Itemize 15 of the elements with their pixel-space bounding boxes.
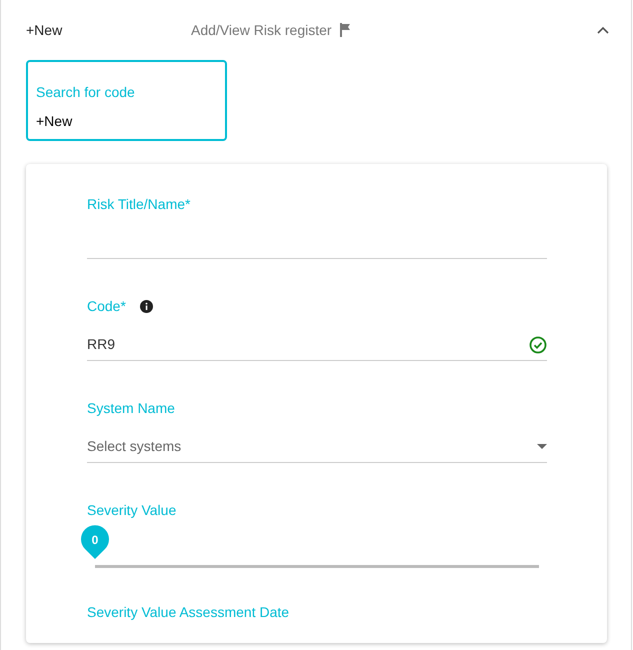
field-label: Code* <box>87 297 126 316</box>
panel-title: +New <box>26 20 64 40</box>
field-label: Severity Value Assessment Date <box>87 603 290 622</box>
field-label: System Name <box>87 399 175 418</box>
field-label: Risk Title/Name* <box>87 195 190 214</box>
text-input[interactable]: +New <box>36 111 217 132</box>
collapse-chevron-icon[interactable] <box>597 26 609 34</box>
dropdown-caret-icon <box>537 444 547 449</box>
panel-subtitle: Add/View Risk register <box>191 20 332 40</box>
select-field[interactable]: Select systems <box>87 431 547 463</box>
info-icon[interactable] <box>140 300 153 313</box>
text-field[interactable]: RR9 <box>87 329 547 361</box>
field-label: Search for code <box>36 83 136 102</box>
field-label: Severity Value <box>87 501 176 520</box>
search-field[interactable]: Search for code +New <box>26 60 227 141</box>
